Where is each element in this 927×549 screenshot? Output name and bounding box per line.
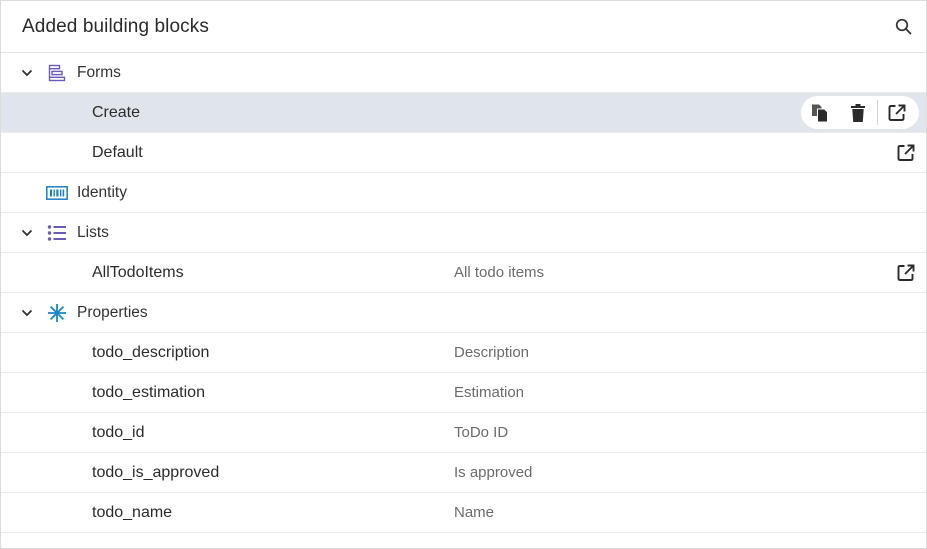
group-row-properties[interactable]: Properties <box>1 293 926 333</box>
group-label-properties: Properties <box>77 303 148 321</box>
group-row-identity[interactable]: Identity <box>1 173 926 213</box>
item-description: Name <box>454 504 495 521</box>
chevron-down-icon[interactable] <box>19 225 35 241</box>
item-label: todo_description <box>92 343 210 361</box>
list-item-create[interactable]: Create <box>1 93 926 133</box>
chevron-down-icon[interactable] <box>19 65 35 81</box>
list-item-todo-estimation[interactable]: todo_estimation Estimation <box>1 373 926 413</box>
item-label: Create <box>92 103 141 121</box>
chevron-down-icon[interactable] <box>19 305 35 321</box>
list-icon <box>46 222 68 244</box>
item-description: Estimation <box>454 384 525 401</box>
copy-button[interactable] <box>801 96 839 129</box>
item-description: All todo items <box>454 264 545 281</box>
item-label: AllTodoItems <box>92 263 184 281</box>
open-external-icon <box>888 104 906 121</box>
open-button[interactable] <box>895 262 917 284</box>
panel-title: Added building blocks <box>22 15 209 37</box>
open-button[interactable] <box>878 96 916 129</box>
group-label-lists: Lists <box>77 223 109 241</box>
item-label: todo_is_approved <box>92 463 220 481</box>
panel-header: Added building blocks <box>1 1 926 53</box>
row-actions <box>801 96 919 129</box>
identity-icon <box>46 182 68 204</box>
list-item-todo-id[interactable]: todo_id ToDo ID <box>1 413 926 453</box>
open-button[interactable] <box>895 142 917 164</box>
list-item-default[interactable]: Default <box>1 133 926 173</box>
list-item-todo-name[interactable]: todo_name Name <box>1 493 926 533</box>
item-description: Description <box>454 344 530 361</box>
open-external-icon <box>897 144 915 161</box>
copy-icon <box>812 104 828 122</box>
trash-icon <box>851 103 865 122</box>
delete-button[interactable] <box>839 96 877 129</box>
asterisk-icon <box>46 302 68 324</box>
item-description: Is approved <box>454 464 533 481</box>
item-label: todo_id <box>92 423 145 441</box>
search-button[interactable] <box>890 13 916 39</box>
group-row-forms[interactable]: Forms <box>1 53 926 93</box>
item-label: todo_estimation <box>92 383 205 401</box>
list-item-todo-description[interactable]: todo_description Description <box>1 333 926 373</box>
group-label-forms: Forms <box>77 63 121 81</box>
list-item-alltodoitems[interactable]: AllTodoItems All todo items <box>1 253 926 293</box>
list-item-todo-is-approved[interactable]: todo_is_approved Is approved <box>1 453 926 493</box>
item-label: Default <box>92 143 143 161</box>
open-external-icon <box>897 264 915 281</box>
search-icon <box>895 18 911 34</box>
form-icon <box>46 62 68 84</box>
group-label-identity: Identity <box>77 183 127 201</box>
item-label: todo_name <box>92 503 173 521</box>
item-description: ToDo ID <box>454 424 509 441</box>
group-row-lists[interactable]: Lists <box>1 213 926 253</box>
building-blocks-panel: Added building blocks Forms Create Defau… <box>0 0 927 549</box>
